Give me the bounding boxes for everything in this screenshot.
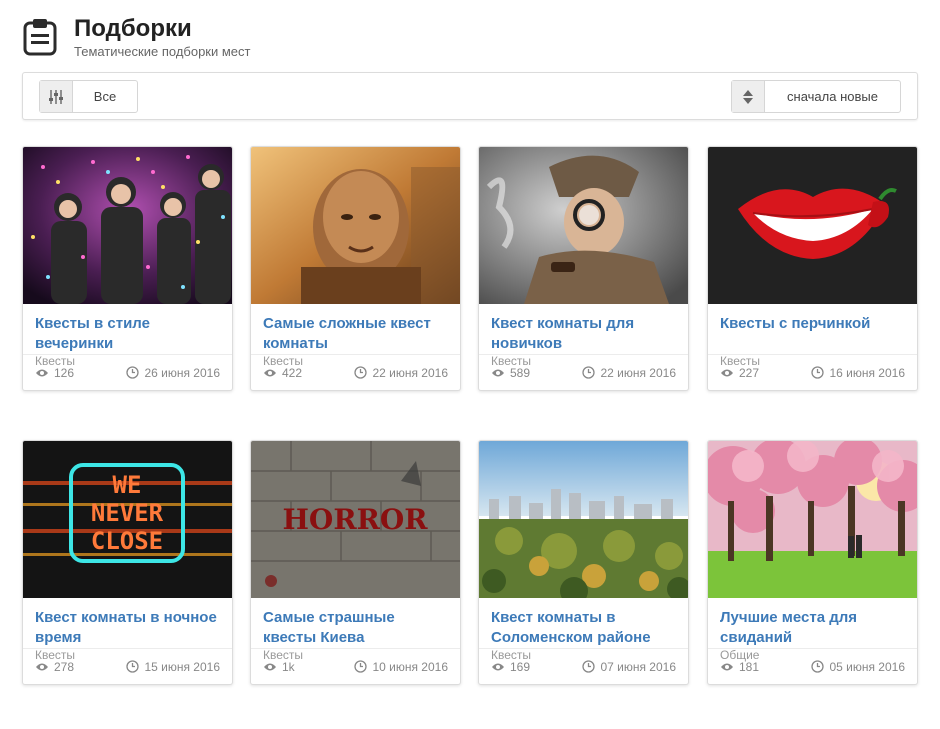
sort-arrows-icon [732,81,765,112]
clipboard-icon [22,18,62,58]
date-value: 15 июня 2016 [144,659,220,674]
card-image-lips [708,147,917,304]
eye-icon [264,369,276,376]
views-count: 1k [263,660,295,674]
date-value: 05 июня 2016 [829,659,905,674]
views-count: 422 [263,366,302,380]
views-value: 169 [510,659,531,674]
clock-icon [126,660,140,673]
views-count: 227 [720,366,759,380]
card-title[interactable]: Квесты с перчинкой [720,314,905,354]
eye-icon [264,663,276,670]
card-title[interactable]: Лучшие места для свиданий [720,608,905,648]
sort-button[interactable]: сначала новые [731,80,901,113]
card-image-detective [479,147,688,304]
eye-icon [721,369,733,376]
card-title[interactable]: Квест комнаты в ночное время [35,608,220,648]
card-footer: 589 22 июня 2016 [479,354,688,390]
eye-icon [36,663,48,670]
card-title[interactable]: Самые сложные квест комнаты [263,314,448,354]
card-footer: 181 05 июня 2016 [708,648,917,684]
views-value: 1k [282,659,295,674]
clock-icon [582,660,596,673]
card-image-party [23,147,232,304]
page-subtitle: Тематические подборки мест [74,44,251,59]
card-footer: 169 07 июня 2016 [479,648,688,684]
collection-card[interactable]: Лучшие места для свиданий Общие 181 05 и… [707,440,918,685]
date-value: 26 июня 2016 [144,365,220,380]
clock-icon [811,660,825,673]
clock-icon [354,366,368,379]
views-value: 278 [54,659,75,674]
views-count: 181 [720,660,759,674]
publish-date: 10 июня 2016 [354,660,448,674]
page-header: Подборки Тематические подборки мест [22,14,251,62]
views-count: 169 [491,660,530,674]
views-value: 422 [282,365,303,380]
clock-icon [582,366,596,379]
views-value: 181 [739,659,760,674]
date-value: 16 июня 2016 [829,365,905,380]
eye-icon [492,663,504,670]
sort-label: сначала новые [787,89,878,104]
clock-icon [126,366,140,379]
publish-date: 15 июня 2016 [126,660,220,674]
neon-text-2: NEVER [91,499,164,527]
collection-card[interactable]: Самые сложные квест комнаты Квесты 422 2… [250,146,461,391]
collection-card[interactable]: HORROR Самые страшные квесты Киева Квест… [250,440,461,685]
card-image-horror: HORROR [251,441,460,598]
views-value: 227 [739,365,760,380]
horror-text: HORROR [282,503,428,536]
page-title: Подборки [74,15,192,42]
publish-date: 22 июня 2016 [582,366,676,380]
date-value: 07 июня 2016 [600,659,676,674]
neon-text-1: WE [113,471,142,499]
views-count: 278 [35,660,74,674]
collection-card[interactable]: Квесты с перчинкой Квесты 227 16 июня 20… [707,146,918,391]
collection-card[interactable]: Квесты в стиле вечеринки Квесты 126 26 и… [22,146,233,391]
filter-toolbar: Все сначала новые [22,72,918,120]
card-image-hero [251,147,460,304]
card-image-sakura [708,441,917,598]
clock-icon [354,660,368,673]
card-footer: 126 26 июня 2016 [23,354,232,390]
card-title[interactable]: Квест комнаты для новичков [491,314,676,354]
sliders-icon [40,81,73,112]
card-footer: 278 15 июня 2016 [23,648,232,684]
publish-date: 26 июня 2016 [126,366,220,380]
publish-date: 05 июня 2016 [811,660,905,674]
views-count: 589 [491,366,530,380]
neon-text-3: CLOSE [91,527,163,555]
date-value: 22 июня 2016 [372,365,448,380]
card-title[interactable]: Квест комнаты в Соломенском районе [491,608,676,648]
date-value: 10 июня 2016 [372,659,448,674]
card-title[interactable]: Квесты в стиле вечеринки [35,314,220,354]
clock-icon [811,366,825,379]
collection-card[interactable]: WE NEVER CLOSE Квест комнаты в ночное вр… [22,440,233,685]
publish-date: 22 июня 2016 [354,366,448,380]
eye-icon [36,369,48,376]
card-footer: 227 16 июня 2016 [708,354,917,390]
collection-card[interactable]: Квест комнаты для новичков Квесты 589 22… [478,146,689,391]
views-value: 589 [510,365,531,380]
date-value: 22 июня 2016 [600,365,676,380]
collection-card[interactable]: Квест комнаты в Соломенском районе Квест… [478,440,689,685]
card-footer: 1k 10 июня 2016 [251,648,460,684]
card-image-city [479,441,688,598]
views-count: 126 [35,366,74,380]
filter-label: Все [93,89,117,104]
card-image-neon: WE NEVER CLOSE [23,441,232,598]
eye-icon [492,369,504,376]
card-footer: 422 22 июня 2016 [251,354,460,390]
views-value: 126 [54,365,75,380]
card-title[interactable]: Самые страшные квесты Киева [263,608,448,648]
publish-date: 16 июня 2016 [811,366,905,380]
filter-button[interactable]: Все [39,80,138,113]
eye-icon [721,663,733,670]
publish-date: 07 июня 2016 [582,660,676,674]
